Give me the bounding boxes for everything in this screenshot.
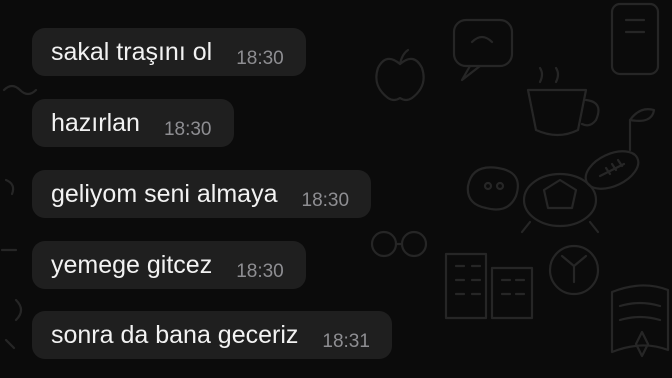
buildings-doodle-icon	[444, 252, 534, 320]
sprout-doodle-icon	[628, 108, 656, 152]
message-bubble[interactable]: sakal traşını ol 18:30	[32, 28, 306, 76]
message-timestamp: 18:30	[236, 261, 284, 282]
notebook-doodle-icon	[610, 284, 670, 354]
cup-doodle-icon	[526, 66, 600, 137]
message-text: geliyom seni almaya	[51, 179, 278, 208]
message-timestamp: 18:30	[163, 119, 212, 140]
message-timestamp: 18:31	[322, 331, 370, 352]
message-timestamp: 18:30	[236, 48, 284, 69]
glasses-doodle-icon	[370, 230, 428, 258]
message-text: sonra da bana geceriz	[51, 320, 299, 349]
message-bubble[interactable]: sonra da bana geceriz 18:31	[32, 311, 392, 359]
message-bubble[interactable]: yemege gitcez 18:30	[32, 241, 306, 289]
phone-doodle-icon	[610, 2, 660, 76]
message-timestamp: 18:30	[301, 190, 350, 211]
message-text: hazırlan	[51, 108, 140, 137]
message-bubble[interactable]: hazırlan 18:30	[32, 99, 234, 147]
message-text: yemege gitcez	[51, 250, 213, 279]
message-bubble[interactable]: geliyom seni almaya 18:30	[32, 170, 372, 218]
blob-doodle-icon	[466, 166, 519, 211]
football-doodle-icon	[584, 150, 640, 190]
chat-bubble-doodle-icon	[452, 18, 514, 82]
message-text: sakal traşını ol	[51, 37, 213, 66]
turtle-doodle-icon	[520, 172, 600, 234]
squiggle-doodle-icon	[0, 84, 38, 252]
ball-doodle-icon	[548, 244, 600, 296]
apple-doodle-icon	[375, 48, 425, 102]
